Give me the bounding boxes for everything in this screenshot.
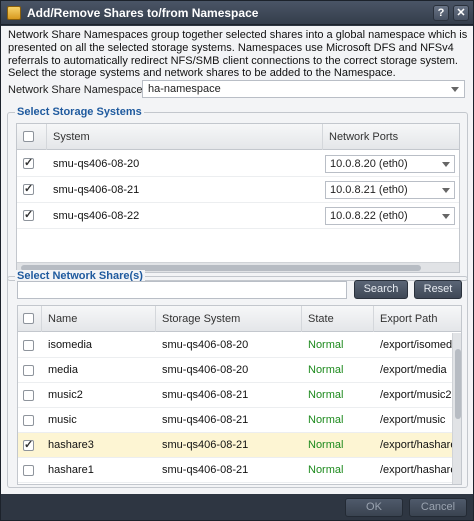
share-checkbox[interactable] (23, 415, 34, 426)
column-header-storage-system[interactable]: Storage System (156, 306, 302, 332)
scrollbar-thumb[interactable] (455, 349, 461, 419)
share-checkbox[interactable] (23, 340, 34, 351)
storage-system-row[interactable]: smu-qs406-08-20 10.0.8.20 (eth0) (17, 151, 459, 177)
column-header-name[interactable]: Name (42, 306, 156, 332)
share-name: isomedia (48, 339, 93, 351)
network-port-value: 10.0.8.20 (eth0) (330, 158, 408, 170)
share-state: Normal (308, 464, 344, 476)
help-button[interactable]: ? (433, 5, 449, 21)
shares-vertical-scrollbar[interactable] (452, 333, 461, 484)
storage-system-name: smu-qs406-08-20 (53, 158, 140, 170)
header-checkbox-cell (17, 124, 47, 150)
share-storage-system: smu-qs406-08-21 (162, 389, 249, 401)
storage-system-checkbox[interactable] (23, 156, 34, 169)
storage-system-row[interactable]: smu-qs406-08-22 10.0.8.22 (eth0) (17, 203, 459, 229)
storage-systems-grid: System Network Ports smu-qs406-08-20 10.0… (16, 123, 460, 273)
share-search-input[interactable] (17, 281, 347, 299)
share-storage-system: smu-qs406-08-21 (162, 439, 249, 451)
chevron-down-icon (442, 188, 450, 193)
storage-system-name: smu-qs406-08-22 (53, 210, 140, 222)
share-row[interactable]: media smu-qs406-08-20 Normal/export/media (18, 358, 452, 383)
storage-systems-legend: Select Storage Systems (15, 106, 144, 118)
storage-system-name: smu-qs406-08-21 (53, 184, 140, 196)
ok-button[interactable]: OK (345, 498, 403, 517)
network-port-select[interactable]: 10.0.8.21 (eth0) (325, 181, 455, 199)
share-checkbox[interactable] (23, 390, 34, 401)
chevron-down-icon (442, 214, 450, 219)
share-row[interactable]: hashare3 smu-qs406-08-21 Normal/export/has… (18, 433, 452, 458)
column-header-state[interactable]: State (302, 306, 374, 332)
share-checkbox[interactable] (23, 438, 34, 451)
title-bar[interactable]: Add/Remove Shares to/from Namespace ? ✕ (1, 1, 473, 25)
share-state: Normal (308, 439, 344, 451)
share-name: media (48, 364, 78, 376)
share-row[interactable]: music smu-qs406-08-21 Normal/export/music (18, 408, 452, 433)
column-header-export-path[interactable]: Export Path (374, 306, 461, 332)
share-export-path: /export/media (380, 364, 447, 376)
share-export-path: /export/isomedia (380, 339, 452, 351)
share-storage-system: smu-qs406-08-21 (162, 414, 249, 426)
network-port-value: 10.0.8.22 (eth0) (330, 210, 408, 222)
storage-system-checkbox[interactable] (23, 208, 34, 221)
network-shares-grid: Name Storage System State Export Path is… (17, 305, 462, 485)
share-export-path: /export/hashare3 (380, 439, 452, 451)
network-port-select[interactable]: 10.0.8.22 (eth0) (325, 207, 455, 225)
network-port-value: 10.0.8.21 (eth0) (330, 184, 408, 196)
share-state: Normal (308, 364, 344, 376)
folder-icon (7, 6, 21, 20)
share-export-path: /export/music (380, 414, 446, 426)
storage-systems-panel: Select Storage Systems System Network Po… (7, 106, 468, 281)
storage-system-row[interactable]: smu-qs406-08-21 10.0.8.21 (eth0) (17, 177, 459, 203)
share-name: music (48, 414, 77, 426)
cancel-button[interactable]: Cancel (409, 498, 467, 517)
share-checkbox[interactable] (23, 465, 34, 476)
share-storage-system: smu-qs406-08-21 (162, 464, 249, 476)
column-header-network-ports[interactable]: Network Ports (323, 124, 459, 150)
header-checkbox-cell (18, 306, 42, 332)
dialog-footer: OK Cancel (1, 494, 473, 520)
column-header-system[interactable]: System (47, 124, 323, 150)
search-button[interactable]: Search (354, 280, 408, 299)
close-button[interactable]: ✕ (453, 5, 469, 21)
share-storage-system: smu-qs406-08-20 (162, 339, 249, 351)
share-row[interactable]: hashare1 smu-qs406-08-21 Normal/export/has… (18, 458, 452, 483)
share-storage-system: smu-qs406-08-20 (162, 364, 249, 376)
share-name: music2 (48, 389, 83, 401)
storage-grid-header: System Network Ports (17, 124, 459, 150)
namespace-label: Network Share Namespace: (8, 84, 146, 96)
share-state: Normal (308, 389, 344, 401)
share-state: Normal (308, 414, 344, 426)
share-row[interactable]: music2 smu-qs406-08-21 Normal/export/music… (18, 383, 452, 408)
share-export-path: /export/hashare1 (380, 464, 452, 476)
network-port-select[interactable]: 10.0.8.20 (eth0) (325, 155, 455, 173)
chevron-down-icon (451, 87, 459, 92)
share-row[interactable]: isomedia smu-qs406-08-20 Normal/export/iso… (18, 333, 452, 358)
namespace-select[interactable]: ha-namespace (142, 80, 465, 98)
share-name: hashare3 (48, 439, 94, 451)
chevron-down-icon (442, 162, 450, 167)
select-all-shares-checkbox[interactable] (23, 313, 34, 324)
share-checkbox[interactable] (23, 365, 34, 376)
dialog-title: Add/Remove Shares to/from Namespace (27, 6, 259, 20)
shares-grid-header: Name Storage System State Export Path (18, 306, 461, 332)
share-export-path: /export/music2 (380, 389, 452, 401)
share-state: Normal (308, 339, 344, 351)
reset-button[interactable]: Reset (414, 280, 462, 299)
share-name: hashare1 (48, 464, 94, 476)
dialog-window: Add/Remove Shares to/from Namespace ? ✕ … (0, 0, 474, 521)
dialog-content: Network Share Namespaces group together … (1, 26, 473, 494)
storage-system-checkbox[interactable] (23, 182, 34, 195)
network-shares-panel: Select Network Share(s) Search Reset Nam… (7, 270, 468, 488)
description-text: Network Share Namespaces group together … (8, 29, 468, 80)
select-all-systems-checkbox[interactable] (23, 131, 34, 142)
namespace-value: ha-namespace (148, 83, 221, 95)
